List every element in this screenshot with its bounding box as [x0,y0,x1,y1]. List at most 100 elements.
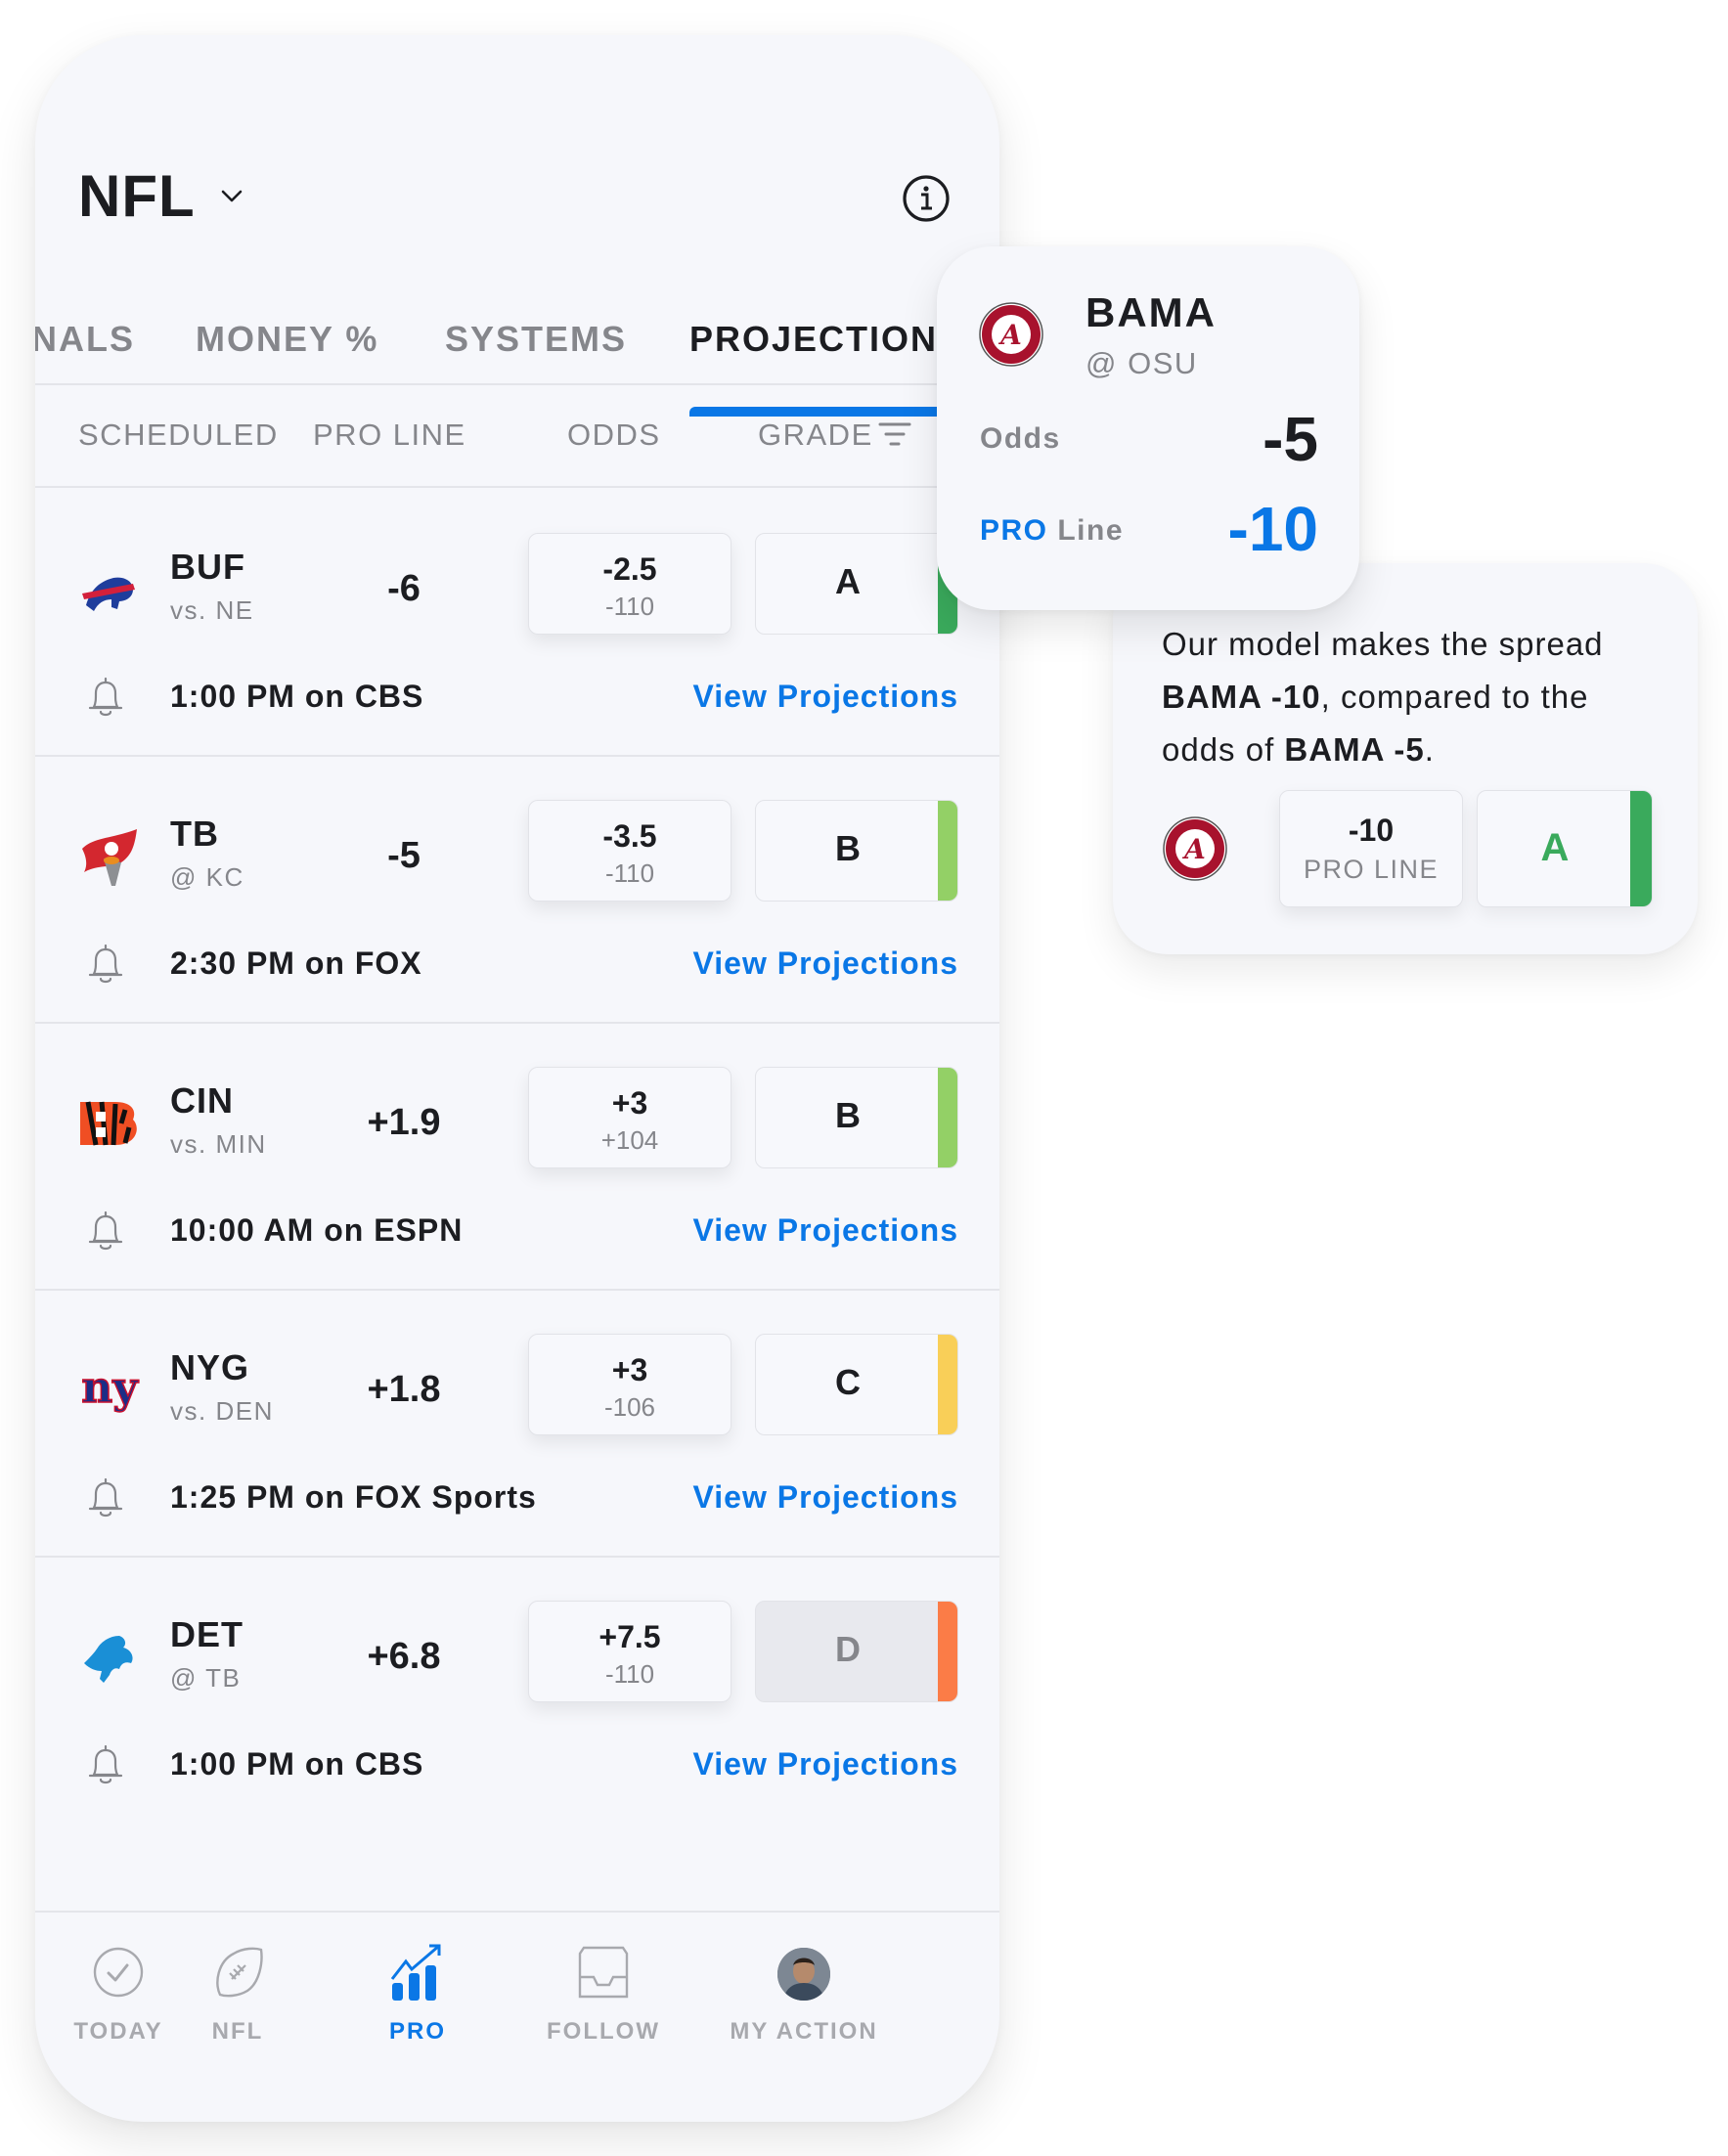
column-header: SCHEDULED PRO LINE ODDS GRADE [35,384,999,488]
inbox-icon [578,1946,629,1999]
game-row: DET @ TB +6.8 +7.5 -110 D 1:00 PM on CBS… [35,1558,999,1825]
lions-logo-icon [84,1636,133,1683]
opponent: @ TB [170,1663,242,1693]
grade-button[interactable]: D [755,1601,958,1702]
bell-icon[interactable] [86,943,125,986]
odds-price: -110 [604,858,655,888]
nav-label: MY ACTION [730,2018,878,2045]
alabama-logo-icon: A [979,302,1043,367]
bell-icon[interactable] [86,676,125,719]
bell-icon[interactable] [86,1210,125,1253]
col-odds[interactable]: ODDS [567,418,661,453]
team-abbr: TB [170,814,219,854]
game-time: 1:25 PM on FOX Sports [170,1479,537,1515]
grade-letter: A [835,561,861,601]
football-icon [216,1947,263,1998]
odds-button[interactable]: +7.5 -110 [528,1601,731,1702]
odds-spread: -2.5 [602,551,657,587]
team-odds-popover: A BAMA @ OSU Odds -5 PRO Line -10 [937,246,1359,610]
game-time: 10:00 AM on ESPN [170,1212,464,1248]
view-projections-link[interactable]: View Projections [693,1212,959,1249]
info-icon[interactable] [902,174,951,223]
bell-icon[interactable] [86,1476,125,1519]
odds-button[interactable]: -3.5 -110 [528,800,731,902]
grade-button[interactable]: C [755,1334,958,1435]
pro-line-value: -10 [1348,813,1395,848]
grade-letter: B [835,1095,861,1135]
odds-spread: +3 [611,1352,648,1387]
col-scheduled[interactable]: SCHEDULED [78,418,279,453]
pro-line-value: +6.8 [367,1636,441,1677]
grade-button[interactable]: A [755,533,958,635]
filter-icon[interactable] [878,419,911,449]
pro-line-box[interactable]: -10 PRO LINE [1279,790,1463,907]
pro-line-value: +1.9 [367,1102,441,1143]
bottom-nav: TODAY NFL PRO FOLLOW MY ACTION [35,1911,999,2122]
line-label: Line [1047,514,1125,547]
team-abbr: DET [170,1614,244,1654]
game-row: TB @ KC -5 -3.5 -110 B 2:30 PM on FOX Vi… [35,757,999,1024]
svg-text:A: A [1181,833,1206,865]
games-list: BUF vs. NE -6 -2.5 -110 A 1:00 PM on CBS… [35,490,999,1825]
grade-color-bar [938,1335,957,1434]
odds-spread: +3 [611,1085,648,1121]
odds-price: -110 [604,1659,655,1689]
pro-line-value: +1.8 [367,1369,441,1410]
grade-color-bar [938,1068,957,1167]
nav-label: PRO [388,2018,446,2045]
odds-price: +104 [600,1125,659,1155]
odds-button[interactable]: +3 -106 [528,1334,731,1435]
svg-text:ny: ny [81,1363,139,1413]
popover-team: BAMA [1086,289,1217,335]
view-projections-link[interactable]: View Projections [693,679,959,715]
odds-spread: -3.5 [602,818,657,854]
tab-projections[interactable]: PROJECTIONS [689,319,963,360]
giants-logo-icon: ny [80,1362,139,1414]
alabama-logo-icon: A [1163,816,1227,881]
col-grade[interactable]: GRADE [758,418,873,453]
game-row: CIN vs. MIN +1.9 +3 +104 B 10:00 AM on E… [35,1024,999,1291]
pro-line-value: -10 [1227,494,1319,564]
popover-opponent: @ OSU [1086,346,1198,380]
grade-button[interactable]: B [755,1067,958,1168]
bengals-logo-icon [80,1101,137,1146]
odds-button[interactable]: -2.5 -110 [528,533,731,635]
league-selector[interactable]: NFL [78,162,246,230]
odds-button[interactable]: +3 +104 [528,1067,731,1168]
grade-letter: C [835,1362,861,1402]
opponent: vs. NE [170,595,254,625]
grade-letter: A [1540,826,1570,869]
tab-money-percent[interactable]: MONEY % [196,319,378,360]
chart-trend-icon [390,1944,441,2001]
team-abbr: CIN [170,1080,234,1121]
grade-button[interactable]: B [755,800,958,902]
buccaneers-logo-icon [82,829,137,886]
game-time: 2:30 PM on FOX [170,946,422,981]
opponent: vs. DEN [170,1396,274,1426]
odds-spread: +7.5 [598,1619,661,1654]
phone-screen: NFL NALS MONEY % SYSTEMS PROJECTIONS SCH… [35,35,999,2122]
grade-letter: B [835,828,861,868]
bell-icon[interactable] [86,1743,125,1786]
game-row: BUF vs. NE -6 -2.5 -110 A 1:00 PM on CBS… [35,490,999,757]
team-abbr: NYG [170,1347,250,1387]
explanation-card: Our model makes the spread BAMA -10, com… [1113,563,1698,954]
opponent: @ KC [170,862,244,892]
pro-line-value: -5 [387,835,421,876]
avatar [777,1948,830,2001]
odds-label: Odds [980,422,1061,455]
nav-label: FOLLOW [547,2018,660,2045]
col-pro-line[interactable]: PRO LINE [313,418,466,453]
tab-systems[interactable]: SYSTEMS [445,319,627,360]
pro-line-label: PRO LINE [1303,855,1440,884]
bills-logo-icon [82,577,135,611]
tab-signals[interactable]: NALS [35,319,135,360]
odds-price: -110 [604,592,655,621]
view-projections-link[interactable]: View Projections [693,946,959,982]
odds-value: -5 [1263,404,1318,474]
view-projections-link[interactable]: View Projections [693,1746,959,1782]
grade-color-bar [938,1602,957,1701]
explanation-text: Our model makes the spread BAMA -10, com… [1162,626,1604,768]
view-projections-link[interactable]: View Projections [693,1479,959,1516]
grade-box[interactable]: A [1477,790,1653,907]
